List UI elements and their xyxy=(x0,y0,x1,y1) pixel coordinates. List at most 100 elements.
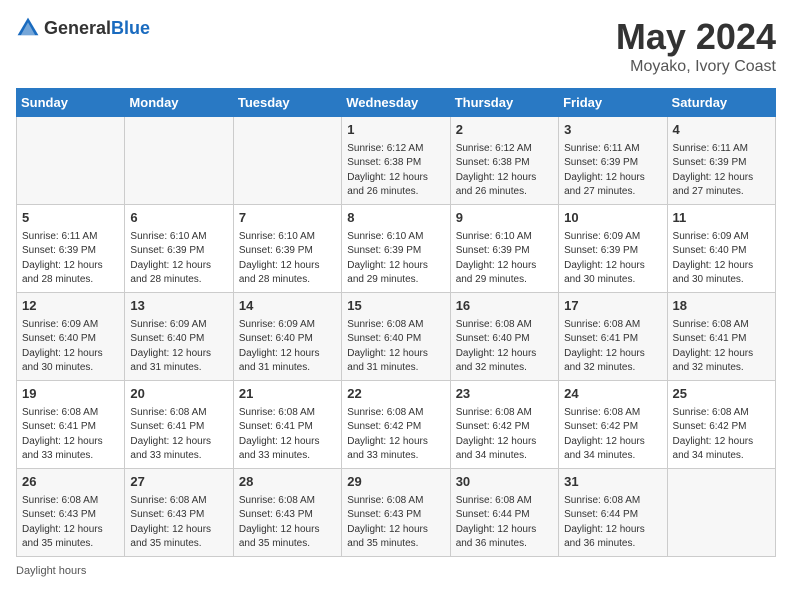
day-number: 8 xyxy=(347,209,444,228)
day-info: Sunrise: 6:08 AM Sunset: 6:43 PM Dayligh… xyxy=(347,494,444,552)
title-area: May 2024 Moyako, Ivory Coast xyxy=(616,16,776,76)
day-number: 1 xyxy=(347,121,444,140)
day-number: 27 xyxy=(130,473,227,492)
calendar-cell: 13Sunrise: 6:09 AM Sunset: 6:40 PM Dayli… xyxy=(125,293,233,381)
day-number: 19 xyxy=(22,385,119,404)
day-info: Sunrise: 6:08 AM Sunset: 6:40 PM Dayligh… xyxy=(456,318,553,376)
header-day-sunday: Sunday xyxy=(17,89,125,117)
calendar-cell: 1 Sunrise: 6:12 AM Sunset: 6:38 PM Daylig… xyxy=(342,117,450,205)
calendar-cell: 18Sunrise: 6:08 AM Sunset: 6:41 PM Dayli… xyxy=(667,293,775,381)
day-number: 11 xyxy=(673,209,770,228)
week-row-3: 12 Sunrise: 6:09 AM Sunset: 6:40 PM Dayli… xyxy=(17,293,776,381)
calendar-cell: 25 Sunrise: 6:08 AM Sunset: 6:42 PM Dayli… xyxy=(667,381,775,469)
calendar-subtitle: Moyako, Ivory Coast xyxy=(616,58,776,76)
day-number: 15 xyxy=(347,297,444,316)
calendar-cell: 29 Sunrise: 6:08 AM Sunset: 6:43 PM Dayli… xyxy=(342,469,450,557)
calendar-cell: 5Sunrise: 6:11 AM Sunset: 6:39 PM Daylig… xyxy=(17,205,125,293)
day-info: Sunrise: 6:09 AM Sunset: 6:40 PM Dayligh… xyxy=(130,318,227,376)
day-info: Sunrise: 6:08 AM Sunset: 6:41 PM Dayligh… xyxy=(673,318,770,376)
day-number: 12 xyxy=(22,297,119,316)
calendar-title: May 2024 xyxy=(616,16,776,58)
day-number: 20 xyxy=(130,385,227,404)
day-info: Sunrise: 6:08 AM Sunset: 6:42 PM Dayligh… xyxy=(564,406,661,464)
calendar-table: SundayMondayTuesdayWednesdayThursdayFrid… xyxy=(16,88,776,557)
logo-icon xyxy=(16,16,40,40)
calendar-cell: 10Sunrise: 6:09 AM Sunset: 6:39 PM Dayli… xyxy=(559,205,667,293)
day-number: 25 xyxy=(673,385,770,404)
week-row-5: 26 Sunrise: 6:08 AM Sunset: 6:43 PM Dayli… xyxy=(17,469,776,557)
calendar-cell: 19 Sunrise: 6:08 AM Sunset: 6:41 PM Dayli… xyxy=(17,381,125,469)
day-info: Sunrise: 6:12 AM Sunset: 6:38 PM Dayligh… xyxy=(347,142,444,200)
day-info: Sunrise: 6:09 AM Sunset: 6:40 PM Dayligh… xyxy=(22,318,119,376)
calendar-cell: 24 Sunrise: 6:08 AM Sunset: 6:42 PM Dayli… xyxy=(559,381,667,469)
day-number: 29 xyxy=(347,473,444,492)
day-number: 9 xyxy=(456,209,553,228)
calendar-cell: 9 Sunrise: 6:10 AM Sunset: 6:39 PM Daylig… xyxy=(450,205,558,293)
day-info: Sunrise: 6:08 AM Sunset: 6:41 PM Dayligh… xyxy=(130,406,227,464)
calendar-cell: 11Sunrise: 6:09 AM Sunset: 6:40 PM Dayli… xyxy=(667,205,775,293)
calendar-cell xyxy=(667,469,775,557)
calendar-cell: 15 Sunrise: 6:08 AM Sunset: 6:40 PM Dayli… xyxy=(342,293,450,381)
calendar-cell: 22 Sunrise: 6:08 AM Sunset: 6:42 PM Dayli… xyxy=(342,381,450,469)
day-number: 22 xyxy=(347,385,444,404)
day-info: Sunrise: 6:10 AM Sunset: 6:39 PM Dayligh… xyxy=(130,230,227,288)
header-day-tuesday: Tuesday xyxy=(233,89,341,117)
calendar-cell: 14 Sunrise: 6:09 AM Sunset: 6:40 PM Dayli… xyxy=(233,293,341,381)
day-info: Sunrise: 6:08 AM Sunset: 6:42 PM Dayligh… xyxy=(347,406,444,464)
day-info: Sunrise: 6:08 AM Sunset: 6:42 PM Dayligh… xyxy=(456,406,553,464)
day-number: 26 xyxy=(22,473,119,492)
day-info: Sunrise: 6:10 AM Sunset: 6:39 PM Dayligh… xyxy=(456,230,553,288)
calendar-cell: 16 Sunrise: 6:08 AM Sunset: 6:40 PM Dayli… xyxy=(450,293,558,381)
footer-note: Daylight hours xyxy=(16,565,776,577)
day-info: Sunrise: 6:11 AM Sunset: 6:39 PM Dayligh… xyxy=(673,142,770,200)
day-number: 23 xyxy=(456,385,553,404)
day-number: 24 xyxy=(564,385,661,404)
day-info: Sunrise: 6:08 AM Sunset: 6:43 PM Dayligh… xyxy=(130,494,227,552)
calendar-cell: 3 Sunrise: 6:11 AM Sunset: 6:39 PM Daylig… xyxy=(559,117,667,205)
day-number: 31 xyxy=(564,473,661,492)
day-info: Sunrise: 6:08 AM Sunset: 6:41 PM Dayligh… xyxy=(239,406,336,464)
header-row: SundayMondayTuesdayWednesdayThursdayFrid… xyxy=(17,89,776,117)
calendar-cell: 30Sunrise: 6:08 AM Sunset: 6:44 PM Dayli… xyxy=(450,469,558,557)
day-info: Sunrise: 6:08 AM Sunset: 6:41 PM Dayligh… xyxy=(564,318,661,376)
day-number: 17 xyxy=(564,297,661,316)
calendar-cell: 4Sunrise: 6:11 AM Sunset: 6:39 PM Daylig… xyxy=(667,117,775,205)
day-info: Sunrise: 6:08 AM Sunset: 6:41 PM Dayligh… xyxy=(22,406,119,464)
day-number: 3 xyxy=(564,121,661,140)
logo-blue: Blue xyxy=(111,18,150,38)
day-number: 30 xyxy=(456,473,553,492)
day-number: 16 xyxy=(456,297,553,316)
calendar-cell: 12 Sunrise: 6:09 AM Sunset: 6:40 PM Dayli… xyxy=(17,293,125,381)
calendar-cell xyxy=(17,117,125,205)
calendar-cell: 27 Sunrise: 6:08 AM Sunset: 6:43 PM Dayli… xyxy=(125,469,233,557)
week-row-4: 19 Sunrise: 6:08 AM Sunset: 6:41 PM Dayli… xyxy=(17,381,776,469)
calendar-cell: 31Sunrise: 6:08 AM Sunset: 6:44 PM Dayli… xyxy=(559,469,667,557)
calendar-cell xyxy=(125,117,233,205)
day-info: Sunrise: 6:08 AM Sunset: 6:43 PM Dayligh… xyxy=(22,494,119,552)
day-info: Sunrise: 6:08 AM Sunset: 6:42 PM Dayligh… xyxy=(673,406,770,464)
header-day-wednesday: Wednesday xyxy=(342,89,450,117)
day-info: Sunrise: 6:08 AM Sunset: 6:43 PM Dayligh… xyxy=(239,494,336,552)
header-day-thursday: Thursday xyxy=(450,89,558,117)
calendar-header: SundayMondayTuesdayWednesdayThursdayFrid… xyxy=(17,89,776,117)
day-info: Sunrise: 6:11 AM Sunset: 6:39 PM Dayligh… xyxy=(22,230,119,288)
day-info: Sunrise: 6:09 AM Sunset: 6:39 PM Dayligh… xyxy=(564,230,661,288)
day-number: 6 xyxy=(130,209,227,228)
week-row-1: 1 Sunrise: 6:12 AM Sunset: 6:38 PM Daylig… xyxy=(17,117,776,205)
calendar-cell: 20 Sunrise: 6:08 AM Sunset: 6:41 PM Dayli… xyxy=(125,381,233,469)
day-number: 14 xyxy=(239,297,336,316)
calendar-body: 1 Sunrise: 6:12 AM Sunset: 6:38 PM Daylig… xyxy=(17,117,776,557)
header-day-friday: Friday xyxy=(559,89,667,117)
calendar-cell: 8Sunrise: 6:10 AM Sunset: 6:39 PM Daylig… xyxy=(342,205,450,293)
logo-text: GeneralBlue xyxy=(44,18,150,39)
calendar-cell: 23 Sunrise: 6:08 AM Sunset: 6:42 PM Dayli… xyxy=(450,381,558,469)
calendar-cell: 21 Sunrise: 6:08 AM Sunset: 6:41 PM Dayli… xyxy=(233,381,341,469)
header-day-saturday: Saturday xyxy=(667,89,775,117)
day-info: Sunrise: 6:08 AM Sunset: 6:40 PM Dayligh… xyxy=(347,318,444,376)
calendar-cell: 7Sunrise: 6:10 AM Sunset: 6:39 PM Daylig… xyxy=(233,205,341,293)
day-info: Sunrise: 6:11 AM Sunset: 6:39 PM Dayligh… xyxy=(564,142,661,200)
logo-general: General xyxy=(44,18,111,38)
logo: GeneralBlue xyxy=(16,16,150,40)
day-info: Sunrise: 6:09 AM Sunset: 6:40 PM Dayligh… xyxy=(239,318,336,376)
day-number: 21 xyxy=(239,385,336,404)
